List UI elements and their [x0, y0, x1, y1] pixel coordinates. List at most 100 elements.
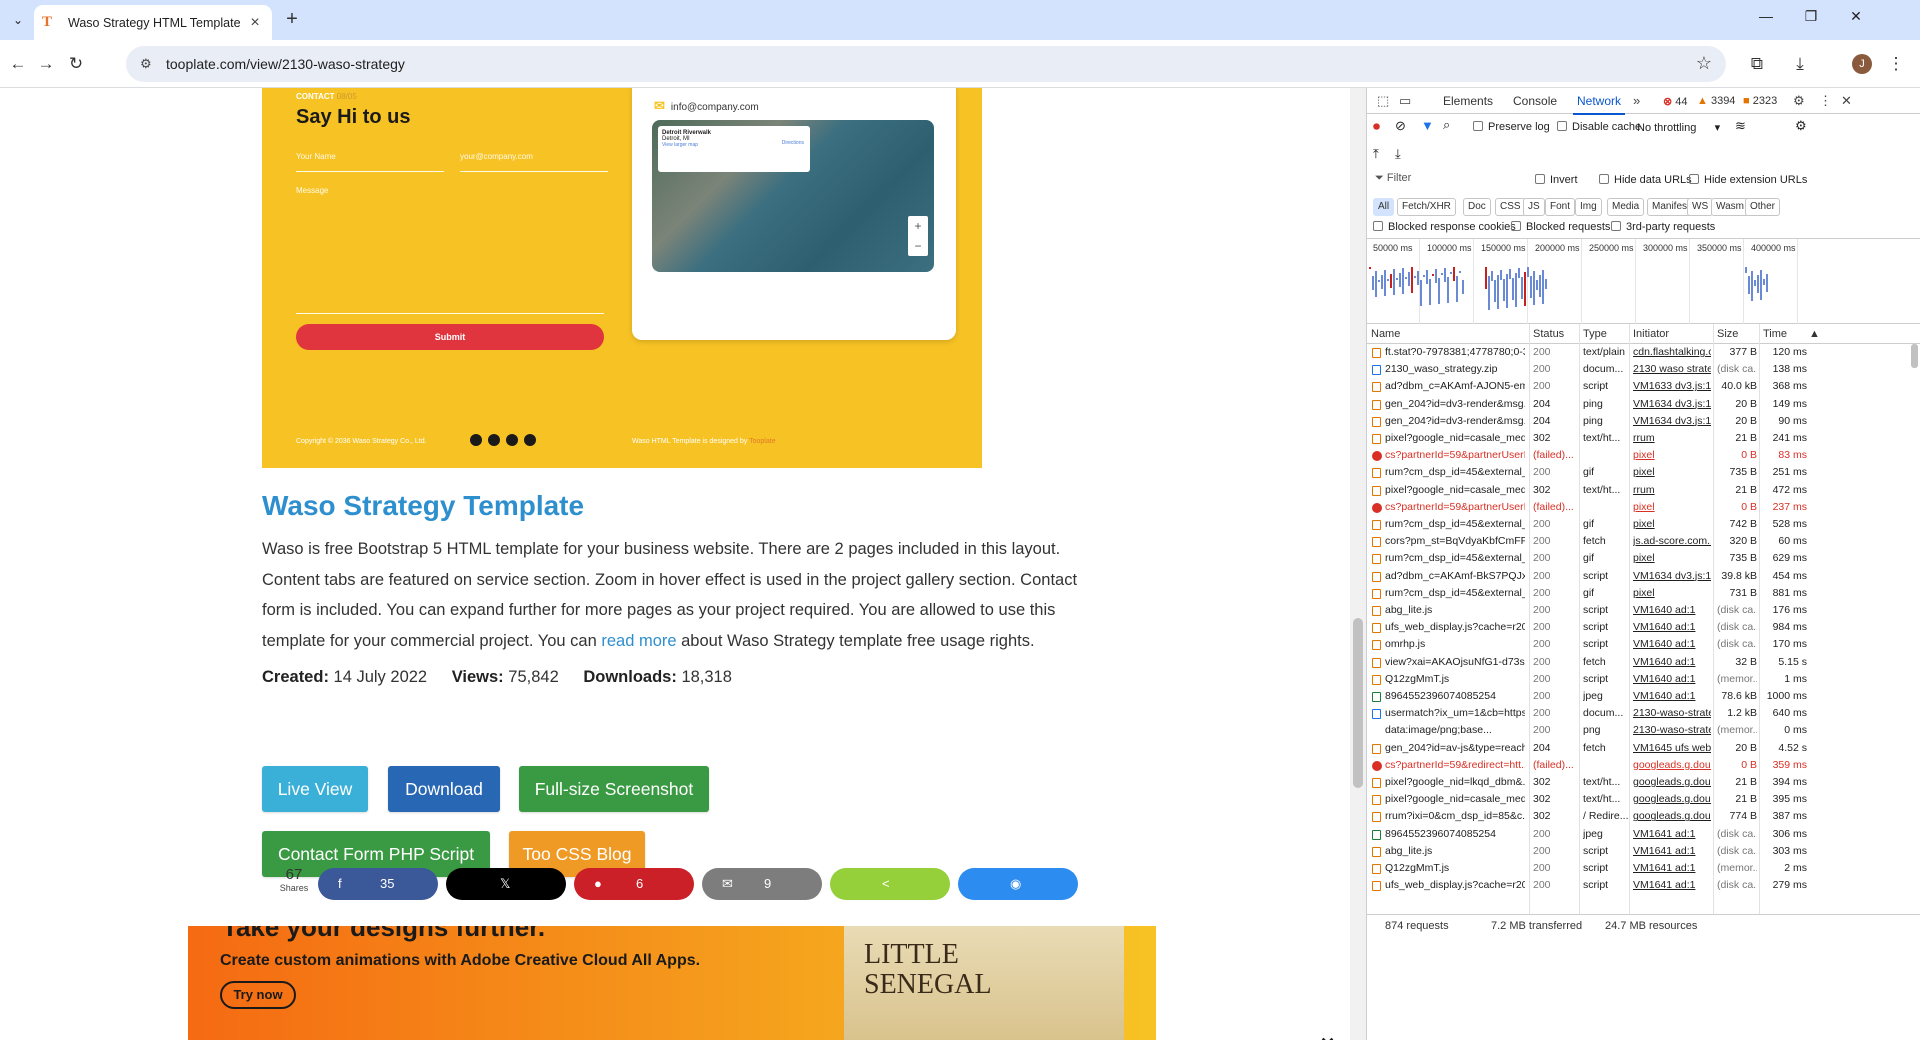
request-initiator[interactable]: 2130-waso-strate(: [1633, 705, 1711, 722]
request-initiator[interactable]: 2130-waso-strate(: [1633, 722, 1711, 739]
column-header-size[interactable]: Size: [1717, 328, 1738, 340]
request-initiator[interactable]: VM1640 ad:1: [1633, 654, 1711, 671]
settings-gear-icon[interactable]: ⚙: [1793, 93, 1805, 109]
more-tabs-icon[interactable]: »: [1633, 93, 1640, 108]
page-scrollbar[interactable]: [1350, 88, 1366, 1040]
site-settings-icon[interactable]: ⚙: [140, 56, 152, 72]
tab-network[interactable]: Network: [1572, 94, 1626, 115]
request-row[interactable]: pixel?google_nid=casale_medi... 302 text/h…: [1367, 482, 1907, 499]
tab-elements[interactable]: Elements: [1443, 94, 1493, 108]
request-name[interactable]: cors?pm_st=BqVdyaKbfCmFPT...: [1385, 533, 1525, 550]
request-row[interactable]: abg_lite.js 200 script VM1640 ad:1 (disk ca.…: [1367, 602, 1907, 619]
request-initiator[interactable]: VM1640 ad:1: [1633, 671, 1711, 688]
request-initiator[interactable]: pixel: [1633, 516, 1711, 533]
column-header-type[interactable]: Type: [1583, 328, 1607, 340]
request-initiator[interactable]: VM1641 ad:1: [1633, 826, 1711, 843]
request-initiator[interactable]: VM1634 dv3.js:10: [1633, 396, 1711, 413]
request-row[interactable]: gen_204?id=av-js&type=reach... 204 fetch VM…: [1367, 740, 1907, 757]
request-initiator[interactable]: VM1641 ad:1: [1633, 877, 1711, 894]
tab-search-chevron-icon[interactable]: ⌄: [6, 8, 30, 32]
type-filter-all[interactable]: All: [1373, 198, 1395, 216]
request-name[interactable]: 8964552396074085254: [1385, 688, 1525, 705]
column-header-initiator[interactable]: Initiator: [1633, 328, 1669, 340]
search-icon[interactable]: ⌕: [1443, 117, 1450, 133]
request-row[interactable]: cs?partnerId=59&redirect=htt... (failed).…: [1367, 757, 1907, 774]
tab-console[interactable]: Console: [1513, 94, 1557, 108]
request-name[interactable]: gen_204?id=av-js&type=reach...: [1385, 740, 1525, 757]
request-initiator[interactable]: VM1641 ad:1: [1633, 860, 1711, 877]
request-name[interactable]: abg_lite.js: [1385, 843, 1525, 860]
request-name[interactable]: ufs_web_display.js?cache=r201...: [1385, 619, 1525, 636]
request-name[interactable]: rrum?ixi=0&cm_dsp_id=85&c...: [1385, 808, 1525, 825]
request-initiator[interactable]: rrum: [1633, 430, 1711, 447]
request-row[interactable]: pixel?google_nid=casale_medi... 302 text/h…: [1367, 791, 1907, 808]
request-row[interactable]: ad?dbm_c=AKAmf-BkS7PQJxq... 200 script VM16…: [1367, 568, 1907, 585]
column-header-time[interactable]: Time: [1763, 328, 1787, 340]
hide-data-urls-checkbox[interactable]: Hide data URLs: [1599, 174, 1692, 186]
request-name[interactable]: cs?partnerId=59&redirect=htt...: [1385, 757, 1525, 774]
request-name[interactable]: Q12zgMmT.js: [1385, 860, 1525, 877]
request-row[interactable]: rum?cm_dsp_id=45&external_... 200 gif pixel…: [1367, 516, 1907, 533]
request-initiator[interactable]: pixel: [1633, 499, 1711, 516]
request-name[interactable]: gen_204?id=dv3-render&msg...: [1385, 413, 1525, 430]
request-initiator[interactable]: VM1633 dv3.js:16: [1633, 378, 1711, 395]
request-row[interactable]: ad?dbm_c=AKAmf-AJON5-em... 200 script VM163…: [1367, 378, 1907, 395]
request-name[interactable]: abg_lite.js: [1385, 602, 1525, 619]
request-row[interactable]: 8964552396074085254 200 jpeg VM1641 ad:1 (di…: [1367, 826, 1907, 843]
import-har-icon[interactable]: ⤒: [1373, 146, 1379, 162]
request-initiator[interactable]: VM1641 ad:1: [1633, 843, 1711, 860]
preserve-log-checkbox[interactable]: Preserve log: [1473, 121, 1550, 133]
close-tab-icon[interactable]: ×: [246, 14, 264, 32]
request-row[interactable]: cs?partnerId=59&partnerUserI... (failed).…: [1367, 447, 1907, 464]
type-filter-ws[interactable]: WS: [1687, 198, 1714, 216]
address-bar[interactable]: ⚙ tooplate.com/view/2130-waso-strategy ☆: [126, 46, 1726, 82]
request-row[interactable]: ft.stat?0-7978381;4778780;0-3... 200 text/…: [1367, 344, 1907, 361]
back-arrow-icon[interactable]: ←: [6, 52, 30, 76]
request-row[interactable]: 2130_waso_strategy.zip 200 docum... 2130 wa…: [1367, 361, 1907, 378]
request-initiator[interactable]: googleads.g.doub: [1633, 774, 1711, 791]
request-name[interactable]: 8964552396074085254: [1385, 826, 1525, 843]
request-name[interactable]: gen_204?id=dv3-render&msg...: [1385, 396, 1525, 413]
export-har-icon[interactable]: ⤓: [1395, 146, 1401, 162]
request-row[interactable]: Q12zgMmT.js 200 script VM1641 ad:1 (memor...…: [1367, 860, 1907, 877]
request-name[interactable]: cs?partnerId=59&partnerUserI...: [1385, 499, 1525, 516]
request-name[interactable]: ufs_web_display.js?cache=r201...: [1385, 877, 1525, 894]
close-devtools-icon[interactable]: ✕: [1841, 93, 1852, 109]
request-name[interactable]: rum?cm_dsp_id=45&external_...: [1385, 585, 1525, 602]
ad-close-icon[interactable]: ✕: [1320, 1034, 1335, 1040]
request-name[interactable]: ad?dbm_c=AKAmf-AJON5-em...: [1385, 378, 1525, 395]
request-initiator[interactable]: VM1640 ad:1: [1633, 636, 1711, 653]
request-initiator[interactable]: pixel: [1633, 550, 1711, 567]
bookmark-star-icon[interactable]: ☆: [1696, 53, 1712, 74]
request-initiator[interactable]: googleads.g.doub: [1633, 808, 1711, 825]
error-count-badge[interactable]: ⊗ 44: [1663, 95, 1688, 108]
invert-checkbox[interactable]: Invert: [1535, 174, 1578, 186]
column-separator[interactable]: [1579, 324, 1580, 914]
third-party-checkbox[interactable]: 3rd-party requests: [1611, 221, 1715, 233]
throttling-select[interactable]: No throttling ▾: [1637, 121, 1720, 134]
request-row[interactable]: usermatch?ix_um=1&cb=https... 200 docum...…: [1367, 705, 1907, 722]
request-initiator[interactable]: rrum: [1633, 482, 1711, 499]
network-settings-gear-icon[interactable]: ⚙: [1795, 118, 1807, 134]
request-name[interactable]: ft.stat?0-7978381;4778780;0-3...: [1385, 344, 1525, 361]
browser-tab[interactable]: T Waso Strategy HTML Template ×: [34, 5, 272, 40]
sort-ascending-icon[interactable]: ▲: [1809, 328, 1820, 340]
type-filter-doc[interactable]: Doc: [1463, 198, 1491, 216]
column-header-status[interactable]: Status: [1533, 328, 1564, 340]
sharethis-button[interactable]: <: [830, 868, 950, 900]
request-table-scrollbar[interactable]: [1909, 344, 1920, 914]
url-text[interactable]: tooplate.com/view/2130-waso-strategy: [166, 56, 405, 72]
x-share-button[interactable]: 𝕏: [446, 868, 566, 900]
ad-try-now-button[interactable]: Try now: [220, 981, 296, 1009]
forward-arrow-icon[interactable]: →: [34, 52, 58, 76]
request-row[interactable]: rum?cm_dsp_id=45&external_... 200 gif pixel…: [1367, 550, 1907, 567]
menu-kebab-icon[interactable]: ⋮: [1884, 52, 1908, 76]
request-initiator[interactable]: VM1634 dv3.js:10: [1633, 413, 1711, 430]
window-close-icon[interactable]: ✕: [1842, 8, 1870, 25]
request-row[interactable]: pixel?google_nid=lkqd_dbm&... 302 text/ht.…: [1367, 774, 1907, 791]
pinterest-share-button[interactable]: ● 6: [574, 868, 694, 900]
warning-count-badge[interactable]: ▲ 3394: [1697, 95, 1735, 107]
device-toolbar-icon[interactable]: ▭: [1399, 93, 1411, 109]
column-separator[interactable]: [1629, 324, 1630, 914]
request-name[interactable]: 2130_waso_strategy.zip: [1385, 361, 1525, 378]
